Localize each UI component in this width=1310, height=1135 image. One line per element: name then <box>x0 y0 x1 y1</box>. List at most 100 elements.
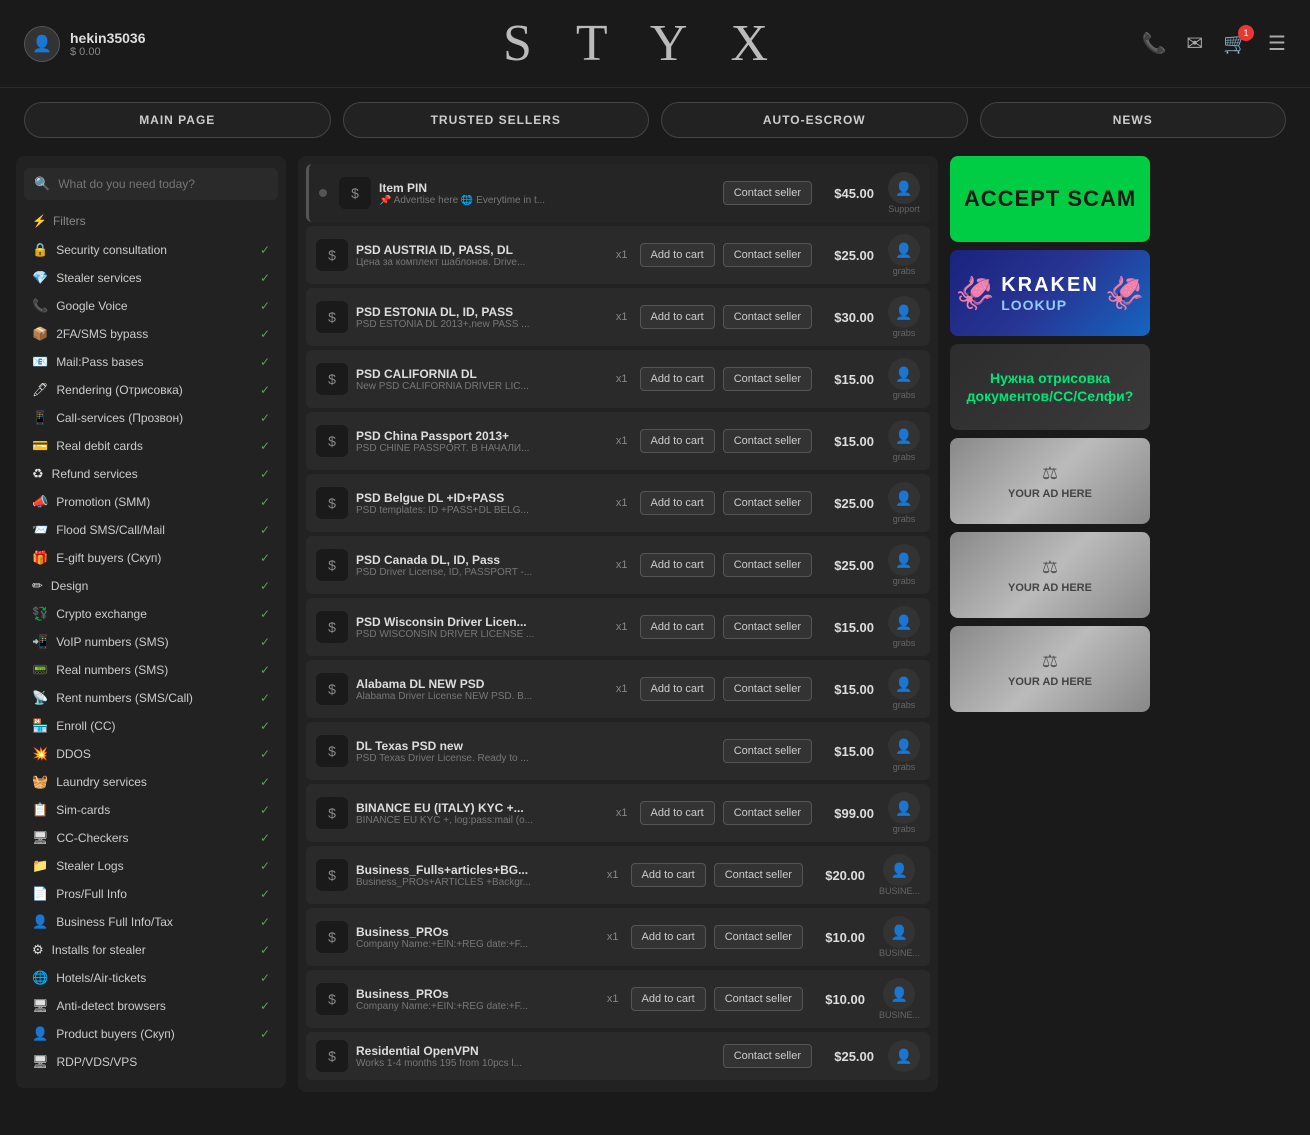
add-to-cart-btn-1[interactable]: Add to cart <box>640 243 715 267</box>
contact-seller-btn-14[interactable]: Contact seller <box>723 1044 812 1068</box>
search-box[interactable]: 🔍 <box>24 168 278 200</box>
add-to-cart-btn-6[interactable]: Add to cart <box>640 553 715 577</box>
sidebar-item-13[interactable]: 💱 Crypto exchange ✓ <box>24 600 278 628</box>
ad-kraken[interactable]: 🦑 KRAKEN LOOKUP 🦑 <box>950 250 1150 336</box>
product-row-11: $ Business_Fulls+articles+BG... Business… <box>306 846 930 904</box>
sidebar-item-left-16: 📡 Rent numbers (SMS/Call) <box>32 690 193 706</box>
sidebar-item-label-14: VoIP numbers (SMS) <box>56 635 169 649</box>
check-icon-21: ✓ <box>260 831 270 845</box>
ad-accept-scam[interactable]: ACCEPT SCAM <box>950 156 1150 242</box>
search-input[interactable] <box>58 177 268 191</box>
sidebar-item-25[interactable]: ⚙ Installs for stealer ✓ <box>24 936 278 964</box>
seller-label-3: grabs <box>893 390 916 400</box>
sidebar-item-label-17: Enroll (CC) <box>56 719 115 733</box>
check-icon-27: ✓ <box>260 999 270 1013</box>
sidebar-item-18[interactable]: 💥 DDOS ✓ <box>24 740 278 768</box>
check-icon-3: ✓ <box>260 327 270 341</box>
product-price-12: $10.00 <box>817 930 865 945</box>
contact-seller-btn-3[interactable]: Contact seller <box>723 367 812 391</box>
sidebar-item-17[interactable]: 🏪 Enroll (CC) ✓ <box>24 712 278 740</box>
sidebar-item-29[interactable]: 🖥 RDP/VDS/VPS <box>24 1048 278 1076</box>
menu-icon[interactable]: ☰ <box>1268 31 1286 56</box>
product-sub-8: Alabama Driver License NEW PSD. B... <box>356 691 604 702</box>
ad-drawing[interactable]: Нужна отрисовка документов/CC/Селфи? <box>950 344 1150 430</box>
sidebar-item-label-2: Google Voice <box>56 299 127 313</box>
sidebar-item-26[interactable]: 🌐 Hotels/Air-tickets ✓ <box>24 964 278 992</box>
contact-seller-btn-8[interactable]: Contact seller <box>723 677 812 701</box>
contact-seller-btn-2[interactable]: Contact seller <box>723 305 812 329</box>
sidebar-item-12[interactable]: ✏ Design ✓ <box>24 572 278 600</box>
product-icon-5: $ <box>316 487 348 519</box>
contact-seller-btn-13[interactable]: Contact seller <box>714 987 803 1011</box>
add-to-cart-btn-12[interactable]: Add to cart <box>631 925 706 949</box>
sidebar-item-2[interactable]: 📞 Google Voice ✓ <box>24 292 278 320</box>
nav-news[interactable]: NEWS <box>980 102 1287 138</box>
sidebar-item-21[interactable]: 🖥 CC-Checkers ✓ <box>24 824 278 852</box>
product-sub-3: New PSD CALIFORNIA DRIVER LIC... <box>356 381 604 392</box>
add-to-cart-btn-2[interactable]: Add to cart <box>640 305 715 329</box>
contact-seller-btn-5[interactable]: Contact seller <box>723 491 812 515</box>
contact-seller-btn-4[interactable]: Contact seller <box>723 429 812 453</box>
contact-seller-btn-pin[interactable]: Contact seller <box>723 181 812 205</box>
contact-seller-btn-12[interactable]: Contact seller <box>714 925 803 949</box>
sidebar-item-1[interactable]: 💎 Stealer services ✓ <box>24 264 278 292</box>
add-to-cart-btn-11[interactable]: Add to cart <box>631 863 706 887</box>
ad-placeholder-2[interactable]: ⚖ YOUR AD HERE <box>950 532 1150 618</box>
add-to-cart-btn-5[interactable]: Add to cart <box>640 491 715 515</box>
nav-main-page[interactable]: MAIN PAGE <box>24 102 331 138</box>
product-price-14: $25.00 <box>826 1049 874 1064</box>
sidebar-item-3[interactable]: 📦 2FA/SMS bypass ✓ <box>24 320 278 348</box>
sidebar-item-24[interactable]: 👤 Business Full Info/Tax ✓ <box>24 908 278 936</box>
product-row-7: $ PSD Wisconsin Driver Licen... PSD WISC… <box>306 598 930 656</box>
add-to-cart-btn-10[interactable]: Add to cart <box>640 801 715 825</box>
sidebar-item-label-16: Rent numbers (SMS/Call) <box>56 691 193 705</box>
contact-seller-btn-9[interactable]: Contact seller <box>723 739 812 763</box>
sidebar-item-28[interactable]: 👤 Product buyers (Скуп) ✓ <box>24 1020 278 1048</box>
ad-placeholder-1[interactable]: ⚖ YOUR AD HERE <box>950 438 1150 524</box>
sidebar-item-16[interactable]: 📡 Rent numbers (SMS/Call) ✓ <box>24 684 278 712</box>
sidebar-item-5[interactable]: 🖊 Rendering (Отрисовка) ✓ <box>24 376 278 404</box>
product-qty-6: x1 <box>616 559 628 571</box>
sidebar-item-9[interactable]: 📣 Promotion (SMM) ✓ <box>24 488 278 516</box>
right-panel: ACCEPT SCAM 🦑 KRAKEN LOOKUP 🦑 Нужна отри… <box>950 156 1150 1092</box>
seller-label-4: grabs <box>893 452 916 462</box>
phone-icon[interactable]: 📞 <box>1141 31 1166 56</box>
add-to-cart-btn-4[interactable]: Add to cart <box>640 429 715 453</box>
contact-seller-btn-1[interactable]: Contact seller <box>723 243 812 267</box>
check-icon-16: ✓ <box>260 691 270 705</box>
check-icon-23: ✓ <box>260 887 270 901</box>
ad-placeholder-3[interactable]: ⚖ YOUR AD HERE <box>950 626 1150 712</box>
mail-icon[interactable]: ✉ <box>1186 31 1203 56</box>
contact-seller-btn-11[interactable]: Contact seller <box>714 863 803 887</box>
sidebar-item-14[interactable]: 📲 VoIP numbers (SMS) ✓ <box>24 628 278 656</box>
sidebar-item-11[interactable]: 🎁 E-gift buyers (Скуп) ✓ <box>24 544 278 572</box>
cart-icon[interactable]: 🛒 1 <box>1223 31 1248 56</box>
contact-seller-btn-6[interactable]: Contact seller <box>723 553 812 577</box>
sidebar-item-label-19: Laundry services <box>56 775 147 789</box>
add-to-cart-btn-13[interactable]: Add to cart <box>631 987 706 1011</box>
sidebar-item-7[interactable]: 💳 Real debit cards ✓ <box>24 432 278 460</box>
add-to-cart-btn-7[interactable]: Add to cart <box>640 615 715 639</box>
contact-seller-btn-7[interactable]: Contact seller <box>723 615 812 639</box>
product-info-6: PSD Canada DL, ID, Pass PSD Driver Licen… <box>356 553 604 578</box>
sidebar-item-23[interactable]: 📄 Pros/Full Info ✓ <box>24 880 278 908</box>
sidebar-item-6[interactable]: 📱 Call-services (Прозвон) ✓ <box>24 404 278 432</box>
sidebar-item-15[interactable]: 📟 Real numbers (SMS) ✓ <box>24 656 278 684</box>
sidebar-item-19[interactable]: 🧺 Laundry services ✓ <box>24 768 278 796</box>
sidebar-item-4[interactable]: 📧 Mail:Pass bases ✓ <box>24 348 278 376</box>
sidebar-item-0[interactable]: 🔒 Security consultation ✓ <box>24 236 278 264</box>
nav-auto-escrow[interactable]: AUTO-ESCROW <box>661 102 968 138</box>
sidebar-item-27[interactable]: 🖥 Anti-detect browsers ✓ <box>24 992 278 1020</box>
sidebar-item-left-18: 💥 DDOS <box>32 746 91 762</box>
sidebar-item-22[interactable]: 📁 Stealer Logs ✓ <box>24 852 278 880</box>
nav-trusted-sellers[interactable]: TRUSTED SELLERS <box>343 102 650 138</box>
sidebar-item-8[interactable]: ♻ Refund services ✓ <box>24 460 278 488</box>
contact-seller-btn-10[interactable]: Contact seller <box>723 801 812 825</box>
check-icon-18: ✓ <box>260 747 270 761</box>
sidebar-item-20[interactable]: 📋 Sim-cards ✓ <box>24 796 278 824</box>
site-logo: S T Y X <box>503 14 784 73</box>
add-to-cart-btn-3[interactable]: Add to cart <box>640 367 715 391</box>
sidebar-item-10[interactable]: 📨 Flood SMS/Call/Mail ✓ <box>24 516 278 544</box>
sidebar-item-label-13: Crypto exchange <box>56 607 147 621</box>
add-to-cart-btn-8[interactable]: Add to cart <box>640 677 715 701</box>
